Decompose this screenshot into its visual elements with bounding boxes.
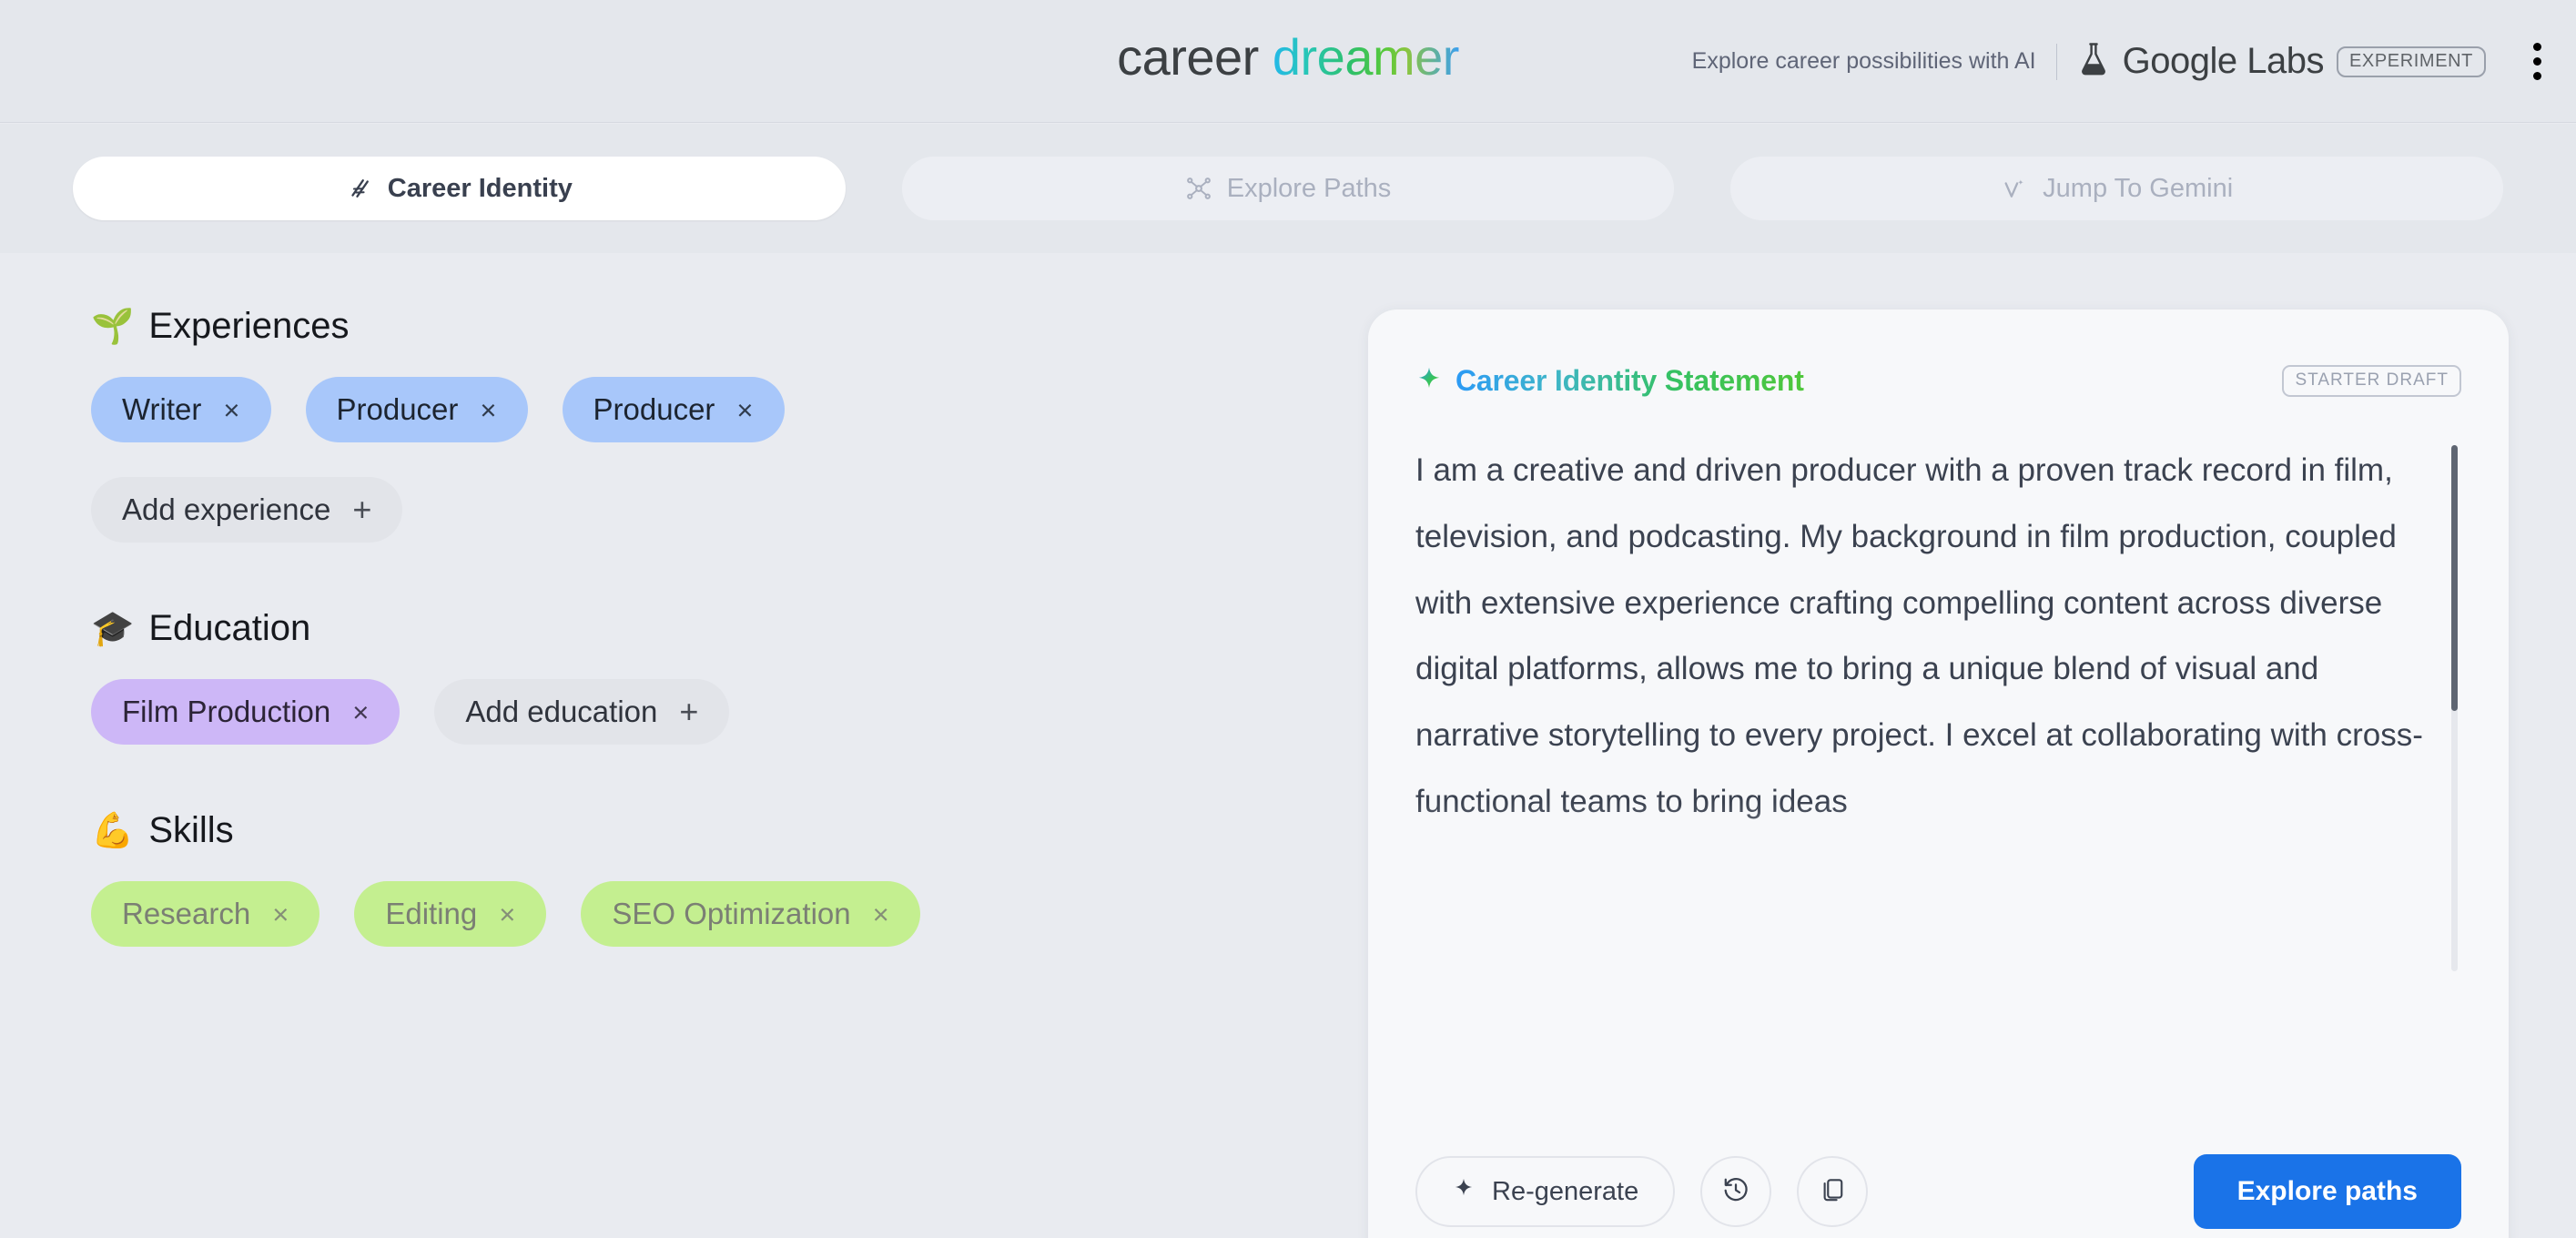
copy-icon xyxy=(1819,1176,1846,1208)
flask-icon xyxy=(2077,41,2110,82)
sparkle-icon xyxy=(1452,1176,1476,1207)
app-header: career dreamer Explore career possibilit… xyxy=(0,0,2576,123)
tab-label: Career Identity xyxy=(387,173,573,203)
chip-label: Add experience xyxy=(122,492,331,526)
history-icon xyxy=(1721,1175,1750,1209)
experiment-badge: EXPERIMENT xyxy=(2336,46,2486,77)
close-icon[interactable]: × xyxy=(736,396,753,424)
education-chip-row: Film Production × Add education + xyxy=(91,679,1302,745)
chip-experience[interactable]: Writer × xyxy=(91,377,271,442)
chip-label: Editing xyxy=(385,897,478,930)
sparkle-icon xyxy=(2001,175,2028,202)
card-header: Career Identity Statement STARTER DRAFT xyxy=(1415,364,2461,398)
google-labs-link[interactable]: Google Labs xyxy=(2077,41,2324,82)
close-icon[interactable]: × xyxy=(499,900,515,928)
header-divider xyxy=(2055,43,2057,80)
kebab-dot xyxy=(2533,43,2541,51)
close-icon[interactable]: × xyxy=(272,900,289,928)
tab-label: Explore Paths xyxy=(1226,173,1392,203)
tab-label: Jump To Gemini xyxy=(2043,173,2234,203)
logo-word-career: career xyxy=(1117,28,1259,86)
statement-scrollbar-thumb[interactable] xyxy=(2451,445,2458,711)
card-title: Career Identity Statement xyxy=(1455,364,1804,397)
section-heading: 🎓 Education xyxy=(91,608,1302,649)
identity-icon xyxy=(346,175,373,202)
career-identity-statement-card: Career Identity Statement STARTER DRAFT … xyxy=(1368,310,2509,1238)
close-icon[interactable]: × xyxy=(223,396,239,424)
section-skills: 💪 Skills Research × Editing × SEO Optimi… xyxy=(91,810,1302,947)
add-experience-button[interactable]: Add experience + xyxy=(91,477,403,543)
chip-education[interactable]: Film Production × xyxy=(91,679,401,745)
card-action-bar: Re-generate Explore paths xyxy=(1415,1154,2461,1229)
flexed-biceps-emoji: 💪 xyxy=(91,811,135,850)
experience-chip-row: Writer × Producer × Producer × xyxy=(91,377,1302,442)
section-title-text: Education xyxy=(148,608,311,648)
chip-skill[interactable]: SEO Optimization × xyxy=(581,881,920,947)
chip-label: Add education xyxy=(465,695,658,728)
regenerate-label: Re-generate xyxy=(1492,1176,1639,1206)
skills-chip-row: Research × Editing × SEO Optimization × xyxy=(91,881,1302,947)
section-title-text: Experiences xyxy=(148,306,350,346)
chip-label: Producer xyxy=(593,392,715,426)
chip-label: SEO Optimization xyxy=(612,897,851,930)
chip-label: Film Production xyxy=(122,695,331,728)
section-experiences: 🌱 Experiences Writer × Producer × Produc… xyxy=(91,306,1302,543)
header-tagline: Explore career possibilities with AI xyxy=(1691,48,2036,74)
kebab-dot xyxy=(2533,57,2541,66)
sparkle-icon xyxy=(1415,365,1443,397)
copy-button[interactable] xyxy=(1797,1156,1869,1227)
add-experience-row: Add experience + xyxy=(91,477,1302,543)
main-content: 🌱 Experiences Writer × Producer × Produc… xyxy=(0,253,2576,1238)
close-icon[interactable]: × xyxy=(873,900,889,928)
history-button[interactable] xyxy=(1700,1156,1772,1227)
tab-jump-to-gemini[interactable]: Jump To Gemini xyxy=(1730,157,2504,220)
kebab-dot xyxy=(2533,72,2541,80)
scroll-fade-overlay xyxy=(0,1074,1302,1238)
profile-panel: 🌱 Experiences Writer × Producer × Produc… xyxy=(0,253,1302,1238)
section-heading: 💪 Skills xyxy=(91,810,1302,851)
regenerate-button[interactable]: Re-generate xyxy=(1415,1156,1676,1227)
section-title-text: Skills xyxy=(148,810,234,850)
status-badge: STARTER DRAFT xyxy=(2282,365,2461,397)
header-right-group: Explore career possibilities with AI Goo… xyxy=(1692,0,2541,123)
statement-area: I am a creative and driven producer with… xyxy=(1415,438,2461,1002)
logo-word-dreamer: dreamer xyxy=(1272,28,1460,86)
network-hub-icon xyxy=(1185,175,1212,202)
chip-experience[interactable]: Producer × xyxy=(305,377,528,442)
chip-label: Writer xyxy=(122,392,202,426)
section-education: 🎓 Education Film Production × Add educat… xyxy=(91,608,1302,745)
add-education-button[interactable]: Add education + xyxy=(434,679,730,745)
graduation-cap-emoji: 🎓 xyxy=(91,609,135,648)
career-identity-statement-text[interactable]: I am a creative and driven producer with… xyxy=(1415,438,2461,1002)
chip-skill[interactable]: Editing × xyxy=(354,881,547,947)
chip-experience[interactable]: Producer × xyxy=(562,377,785,442)
main-tab-bar: Career Identity Explore Paths Jump To Ge… xyxy=(0,124,2576,253)
chip-label: Research xyxy=(122,897,251,930)
tab-explore-paths[interactable]: Explore Paths xyxy=(901,157,1675,220)
chip-skill[interactable]: Research × xyxy=(91,881,320,947)
plus-icon: + xyxy=(679,693,699,730)
plus-icon: + xyxy=(352,491,372,528)
section-heading: 🌱 Experiences xyxy=(91,306,1302,347)
close-icon[interactable]: × xyxy=(480,396,496,424)
close-icon[interactable]: × xyxy=(352,698,369,726)
seedling-emoji: 🌱 xyxy=(91,307,135,346)
more-vertical-icon[interactable] xyxy=(2533,43,2541,80)
explore-paths-button[interactable]: Explore paths xyxy=(2193,1154,2461,1229)
tab-career-identity[interactable]: Career Identity xyxy=(73,157,846,220)
chip-label: Producer xyxy=(336,392,459,426)
google-labs-label: Google Labs xyxy=(2122,41,2325,81)
card-title-group: Career Identity Statement xyxy=(1415,364,1804,398)
